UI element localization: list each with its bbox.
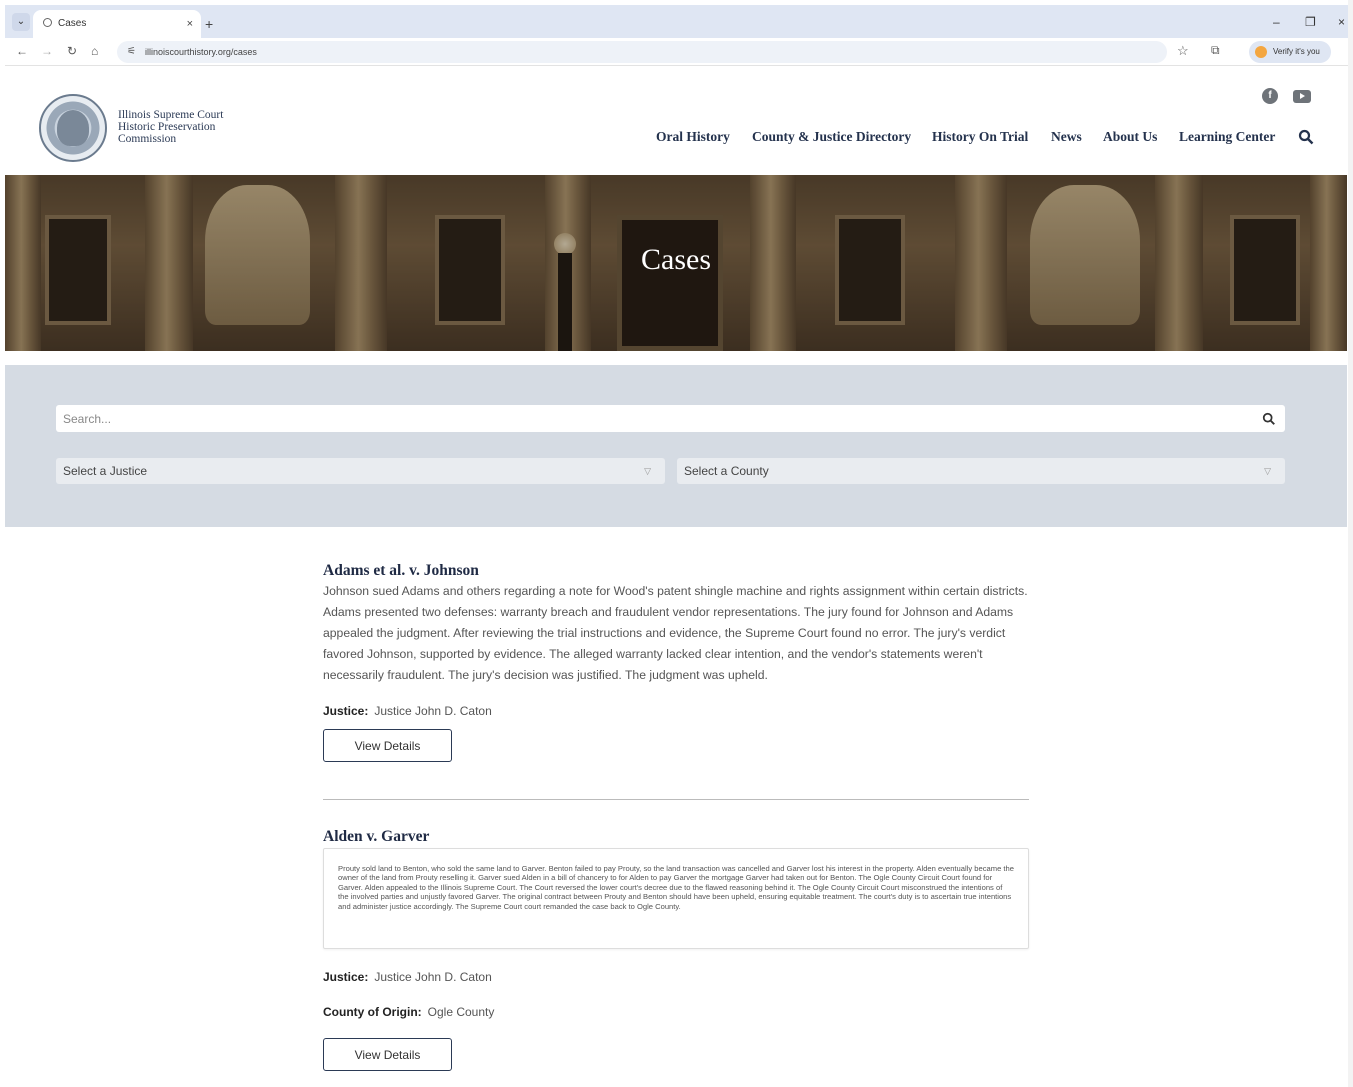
justice-value: Justice John D. Caton	[374, 970, 492, 984]
tab-search-button[interactable]: ⌄	[12, 13, 30, 31]
browser-tab[interactable]: Cases ×	[33, 10, 201, 38]
forward-icon[interactable]: →	[41, 44, 53, 58]
justice-select[interactable]: Select a Justice ▽	[56, 458, 665, 484]
search-icon[interactable]	[1298, 129, 1314, 145]
new-tab-button[interactable]: +	[205, 10, 213, 38]
site-info-icon[interactable]: ⚟	[127, 41, 136, 63]
youtube-icon[interactable]	[1293, 90, 1311, 103]
browser-tab-bar: ⌄ Cases × + – ❐ ×	[5, 5, 1353, 38]
nav-about-us[interactable]: About Us	[1103, 129, 1157, 145]
justice-label: Justice:	[323, 704, 369, 718]
bookmark-star-icon[interactable]: ☆	[1177, 43, 1189, 59]
search-input[interactable]	[56, 405, 1285, 432]
view-details-button[interactable]: View Details	[323, 729, 452, 762]
justice-value: Justice John D. Caton	[374, 704, 492, 718]
case-summary-box: Prouty sold land to Benton, who sold the…	[323, 848, 1029, 949]
county-label: County of Origin:	[323, 1005, 422, 1019]
nav-news[interactable]: News	[1051, 129, 1082, 145]
home-icon[interactable]: ⌂	[91, 44, 98, 58]
search-submit-icon[interactable]	[1262, 412, 1276, 426]
back-icon[interactable]: ←	[16, 44, 28, 58]
facebook-icon[interactable]: f	[1262, 88, 1278, 104]
county-select-value: Select a County	[684, 464, 769, 478]
extensions-icon[interactable]: ⧉	[1211, 43, 1220, 58]
organization-name[interactable]: Illinois Supreme Court Historic Preserva…	[118, 109, 223, 145]
chevron-down-icon: ▽	[1264, 466, 1271, 476]
case-title[interactable]: Adams et al. v. Johnson	[323, 562, 479, 580]
case-county: County of Origin: Ogle County	[323, 1005, 494, 1019]
case-justice: Justice: Justice John D. Caton	[323, 970, 492, 984]
court-seal-logo[interactable]	[39, 94, 107, 162]
case-summary: Johnson sued Adams and others regarding …	[323, 584, 1028, 682]
case-justice: Justice: Justice John D. Caton	[323, 704, 492, 718]
tab-close-icon[interactable]: ×	[187, 10, 193, 38]
window-close-button[interactable]: ×	[1338, 15, 1345, 29]
address-toolbar: ← → ↻ ⌂ ⚟ illinoiscourthistory.org/cases…	[5, 38, 1353, 66]
county-value: Ogle County	[427, 1005, 495, 1019]
case-divider	[323, 799, 1029, 800]
profile-verify-button[interactable]: Verify it's you	[1249, 41, 1331, 63]
nav-learning-center[interactable]: Learning Center	[1179, 129, 1275, 145]
case-title[interactable]: Alden v. Garver	[323, 828, 429, 846]
site-favicon-icon	[43, 18, 52, 27]
address-bar[interactable]: ⚟ illinoiscourthistory.org/cases	[117, 41, 1167, 63]
site-header: Illinois Supreme Court Historic Preserva…	[5, 66, 1347, 175]
page-title: Cases	[641, 243, 711, 276]
verify-label: Verify it's you	[1273, 47, 1320, 56]
nav-history-on-trial[interactable]: History On Trial	[932, 129, 1028, 145]
view-details-button[interactable]: View Details	[323, 1038, 452, 1071]
chevron-down-icon: ▽	[644, 466, 651, 476]
justice-label: Justice:	[323, 970, 369, 984]
county-select[interactable]: Select a County ▽	[677, 458, 1285, 484]
profile-avatar-icon	[1255, 46, 1267, 58]
restore-button[interactable]: ❐	[1305, 15, 1316, 29]
filter-panel: Select a Justice ▽ Select a County ▽	[5, 365, 1347, 527]
nav-oral-history[interactable]: Oral History	[656, 129, 730, 145]
url-text: illinoiscourthistory.org/cases	[145, 47, 257, 57]
minimize-button[interactable]: –	[1273, 15, 1280, 29]
justice-select-value: Select a Justice	[63, 464, 148, 478]
hero-banner: Cases	[5, 175, 1347, 351]
page-scrollbar[interactable]	[1348, 0, 1353, 1087]
reload-icon[interactable]: ↻	[67, 44, 77, 58]
tab-title: Cases	[58, 18, 87, 29]
nav-county-justice-directory[interactable]: County & Justice Directory	[752, 129, 911, 145]
